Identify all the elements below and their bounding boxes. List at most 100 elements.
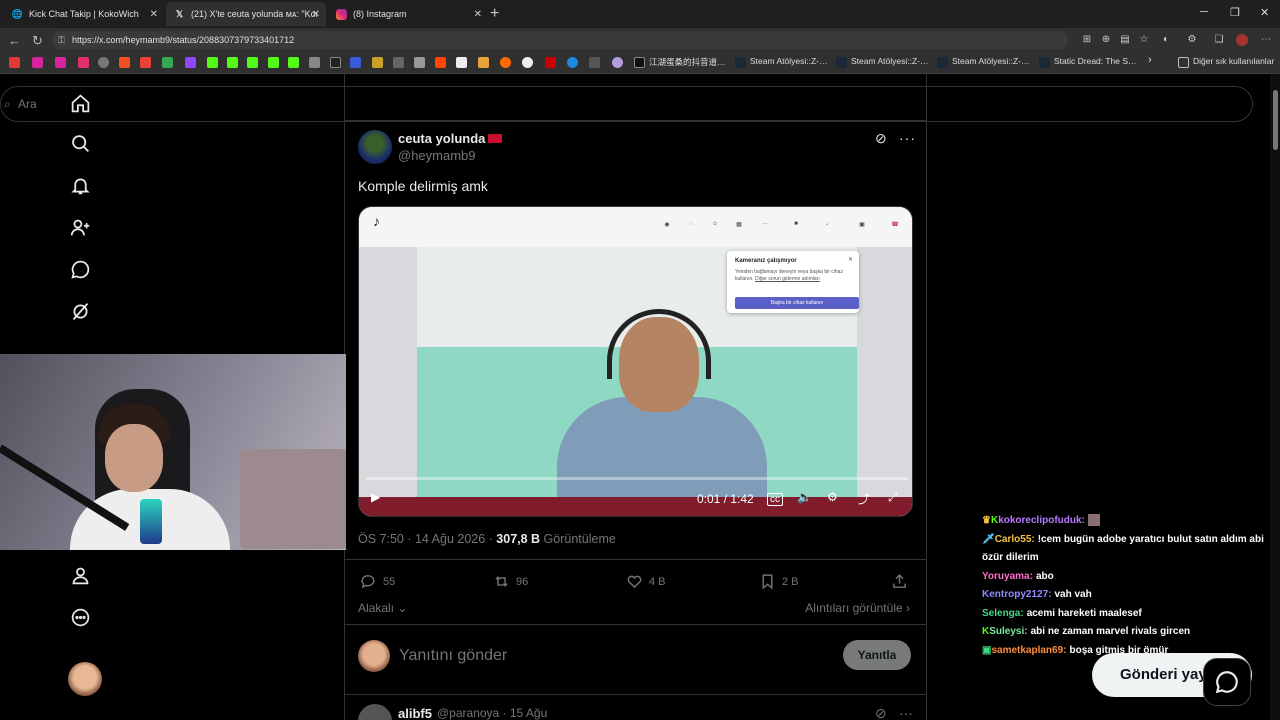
close-window-button[interactable]: ✕ — [1260, 6, 1269, 19]
bookmark-label[interactable]: Steam Atölyesi::Z-… — [750, 56, 827, 66]
reply-button[interactable]: Yanıtla — [843, 640, 911, 670]
more-options-icon[interactable]: ··· — [899, 130, 916, 146]
kick-bookmark-icon[interactable] — [207, 57, 218, 68]
steam-bookmark-icon[interactable] — [836, 57, 847, 68]
grok-icon[interactable]: ⊘ — [875, 705, 887, 720]
account-avatar[interactable] — [68, 662, 102, 696]
extensions-icon[interactable]: ⚙ — [1186, 34, 1198, 46]
apps-icon[interactable]: ⊞ — [1081, 34, 1093, 46]
author-avatar[interactable] — [358, 130, 392, 164]
reddit-bookmark-icon[interactable] — [435, 57, 446, 68]
nav-more[interactable] — [65, 602, 95, 632]
instagram-bookmark-icon[interactable] — [32, 57, 43, 68]
nav-notifications[interactable] — [65, 170, 95, 200]
view-quotes-link[interactable]: Alıntıları görüntüle › — [805, 601, 910, 615]
steam-bookmark-icon[interactable] — [937, 57, 948, 68]
author-handle[interactable]: @heymamb9 — [398, 148, 476, 163]
tab-x-post[interactable]: 𝕏 (21) X'te ceuta yolunda ᴍᴀ: "Komp ✕ — [166, 2, 326, 26]
chevron-right-icon[interactable]: › — [1148, 54, 1152, 66]
scrollbar-thumb[interactable] — [1273, 90, 1278, 150]
microsoft-bookmark-icon[interactable] — [119, 57, 130, 68]
reply-action[interactable]: 55 — [360, 573, 395, 590]
kick-bookmark-icon[interactable] — [288, 57, 299, 68]
app-bookmark-icon[interactable] — [478, 57, 489, 68]
related-dropdown[interactable]: Alakalı ⌄ — [358, 601, 407, 615]
app-bookmark-icon[interactable] — [522, 57, 533, 68]
like-action[interactable]: 4 B — [626, 573, 666, 590]
gmail-bookmark-icon[interactable] — [140, 57, 151, 68]
volume-icon[interactable]: 🔈 — [797, 490, 812, 504]
kick-bookmark-icon[interactable] — [247, 57, 258, 68]
reload-button[interactable]: ↻ — [32, 33, 43, 49]
maximize-button[interactable]: ❐ — [1230, 6, 1240, 19]
close-icon[interactable]: ✕ — [474, 9, 482, 20]
video-player[interactable]: ♪ ◉ ◌ ☺ ▦ ··· ■ ♩ ▣ ☎ Kameranız çalışmıy… — [358, 206, 913, 517]
nav-grok[interactable] — [65, 296, 95, 326]
nav-follow[interactable] — [65, 212, 95, 242]
drive-bookmark-icon[interactable] — [162, 57, 173, 68]
tab-instagram[interactable]: (8) Instagram ✕ — [328, 2, 488, 26]
repost-action[interactable]: 96 — [493, 573, 528, 590]
profile-avatar[interactable] — [1236, 34, 1248, 46]
author-name[interactable]: ceuta yolunda — [398, 131, 485, 146]
bookmark-action[interactable]: 2 B — [759, 573, 799, 590]
new-tab-button[interactable]: + — [490, 5, 499, 23]
bookmark-label[interactable]: Steam Atölyesi::Z-… — [851, 56, 928, 66]
play-icon[interactable]: ▶ — [371, 490, 380, 504]
globe-bookmark-icon[interactable] — [98, 57, 109, 68]
nav-messages[interactable] — [65, 254, 95, 284]
next-post-user[interactable]: alibf5 — [398, 706, 432, 720]
instagram-bookmark-icon[interactable] — [55, 57, 66, 68]
x-bookmark-icon[interactable] — [330, 57, 341, 68]
video-progress-bar[interactable] — [365, 477, 908, 480]
collections-icon[interactable]: ❏ — [1213, 34, 1225, 46]
tab-kick-chat[interactable]: 🌐 Kick Chat Takip | KokoWich ✕ — [4, 2, 164, 26]
reply-input[interactable]: Yanıtını gönder — [399, 647, 507, 665]
back-button[interactable]: ← — [8, 33, 21, 48]
kick-bookmark-icon[interactable] — [268, 57, 279, 68]
grok-icon[interactable]: ⊘ — [875, 130, 887, 147]
steam-bookmark-icon[interactable] — [735, 57, 746, 68]
app-bookmark-icon[interactable] — [500, 57, 511, 68]
minimize-button[interactable]: ─ — [1200, 6, 1208, 18]
app-bookmark-icon[interactable] — [567, 57, 578, 68]
app-bookmark-icon[interactable] — [414, 57, 425, 68]
youtube-bookmark-icon[interactable] — [9, 57, 20, 68]
patreon-bookmark-icon[interactable] — [456, 57, 467, 68]
steam-bookmark-icon[interactable] — [1039, 57, 1050, 68]
nav-explore[interactable] — [65, 128, 95, 158]
close-icon[interactable]: ✕ — [150, 9, 158, 20]
grok-chat-button[interactable] — [1203, 658, 1251, 706]
tiktok-bookmark-icon[interactable] — [634, 57, 645, 68]
menu-icon[interactable]: ⋯ — [1260, 34, 1272, 46]
app-bookmark-icon[interactable] — [372, 57, 383, 68]
kick-bookmark-icon[interactable] — [227, 57, 238, 68]
pip-icon[interactable]: ⤴ — [858, 490, 870, 507]
more-options-icon[interactable]: ··· — [899, 705, 913, 720]
app-bookmark-icon[interactable] — [612, 57, 623, 68]
instagram-bookmark-icon[interactable] — [78, 57, 89, 68]
post-timestamp[interactable]: ÖS 7:50 · 14 Ağu 2026 · — [358, 532, 496, 546]
zoom-icon[interactable]: ⊕ — [1100, 34, 1112, 46]
reader-icon[interactable]: ▤ — [1119, 34, 1131, 46]
favorite-star-icon[interactable]: ☆ — [1138, 34, 1150, 46]
extension-icon[interactable]: ◐ — [1160, 34, 1172, 46]
fullscreen-icon[interactable]: ⤢ — [888, 490, 898, 505]
url-field[interactable]: ⚿ https://x.com/heymamb9/status/20883073… — [52, 31, 1068, 49]
twitch-bookmark-icon[interactable] — [185, 57, 196, 68]
scrollbar[interactable] — [1270, 74, 1280, 720]
app-bookmark-icon[interactable] — [393, 57, 404, 68]
next-post-avatar[interactable] — [358, 704, 392, 720]
bookmark-label[interactable]: Static Dread: The S… — [1054, 56, 1137, 66]
app-bookmark-icon[interactable] — [589, 57, 600, 68]
app-bookmark-icon[interactable] — [350, 57, 361, 68]
close-icon[interactable]: ✕ — [312, 9, 320, 20]
nav-home[interactable] — [65, 88, 95, 118]
bookmark-label[interactable]: Steam Atölyesi::Z-… — [952, 56, 1029, 66]
other-bookmarks[interactable]: Diğer sık kullanılanlar — [1193, 56, 1274, 66]
app-bookmark-icon[interactable] — [545, 57, 556, 68]
share-action[interactable] — [891, 573, 914, 590]
anchor-bookmark-icon[interactable] — [309, 57, 320, 68]
captions-icon[interactable]: cc — [767, 493, 783, 506]
bookmark-label[interactable]: 江湖蛋桑的抖音道… — [649, 56, 726, 68]
